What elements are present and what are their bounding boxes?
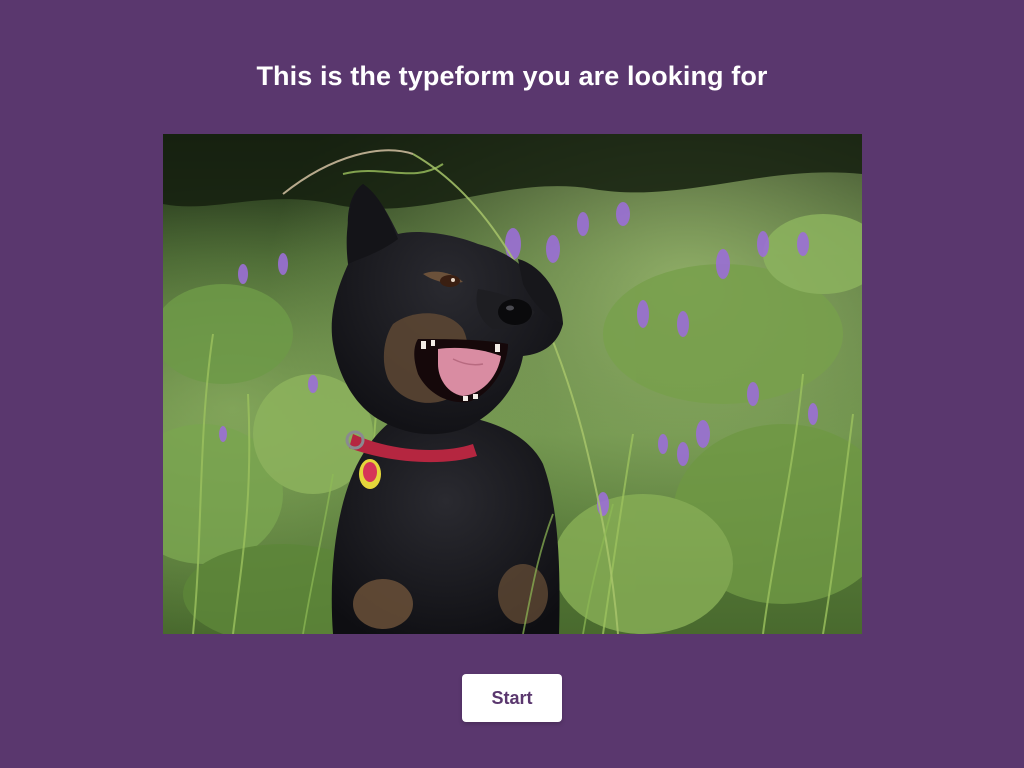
start-button[interactable]: Start	[462, 674, 562, 722]
dog-photo-illustration	[163, 134, 862, 634]
dog-photo	[163, 134, 862, 634]
welcome-screen: This is the typeform you are looking for	[0, 0, 1024, 768]
welcome-title: This is the typeform you are looking for	[256, 61, 768, 91]
